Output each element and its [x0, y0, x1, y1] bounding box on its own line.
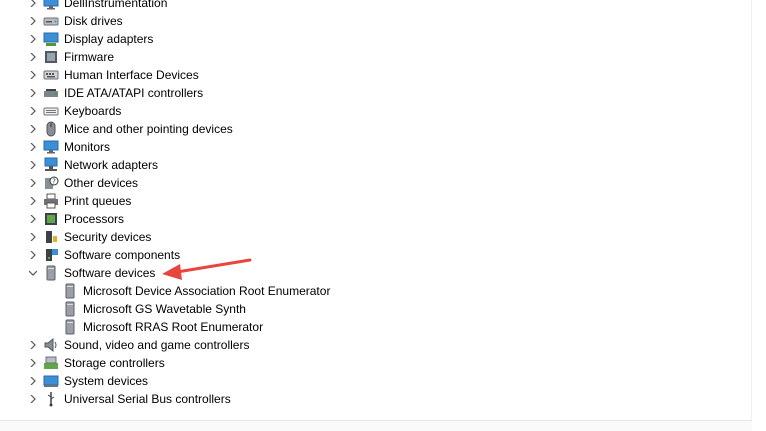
annotation-arrow [162, 258, 252, 280]
vertical-scrollbar[interactable] [751, 0, 766, 431]
horizontal-scrollbar[interactable] [0, 420, 752, 431]
